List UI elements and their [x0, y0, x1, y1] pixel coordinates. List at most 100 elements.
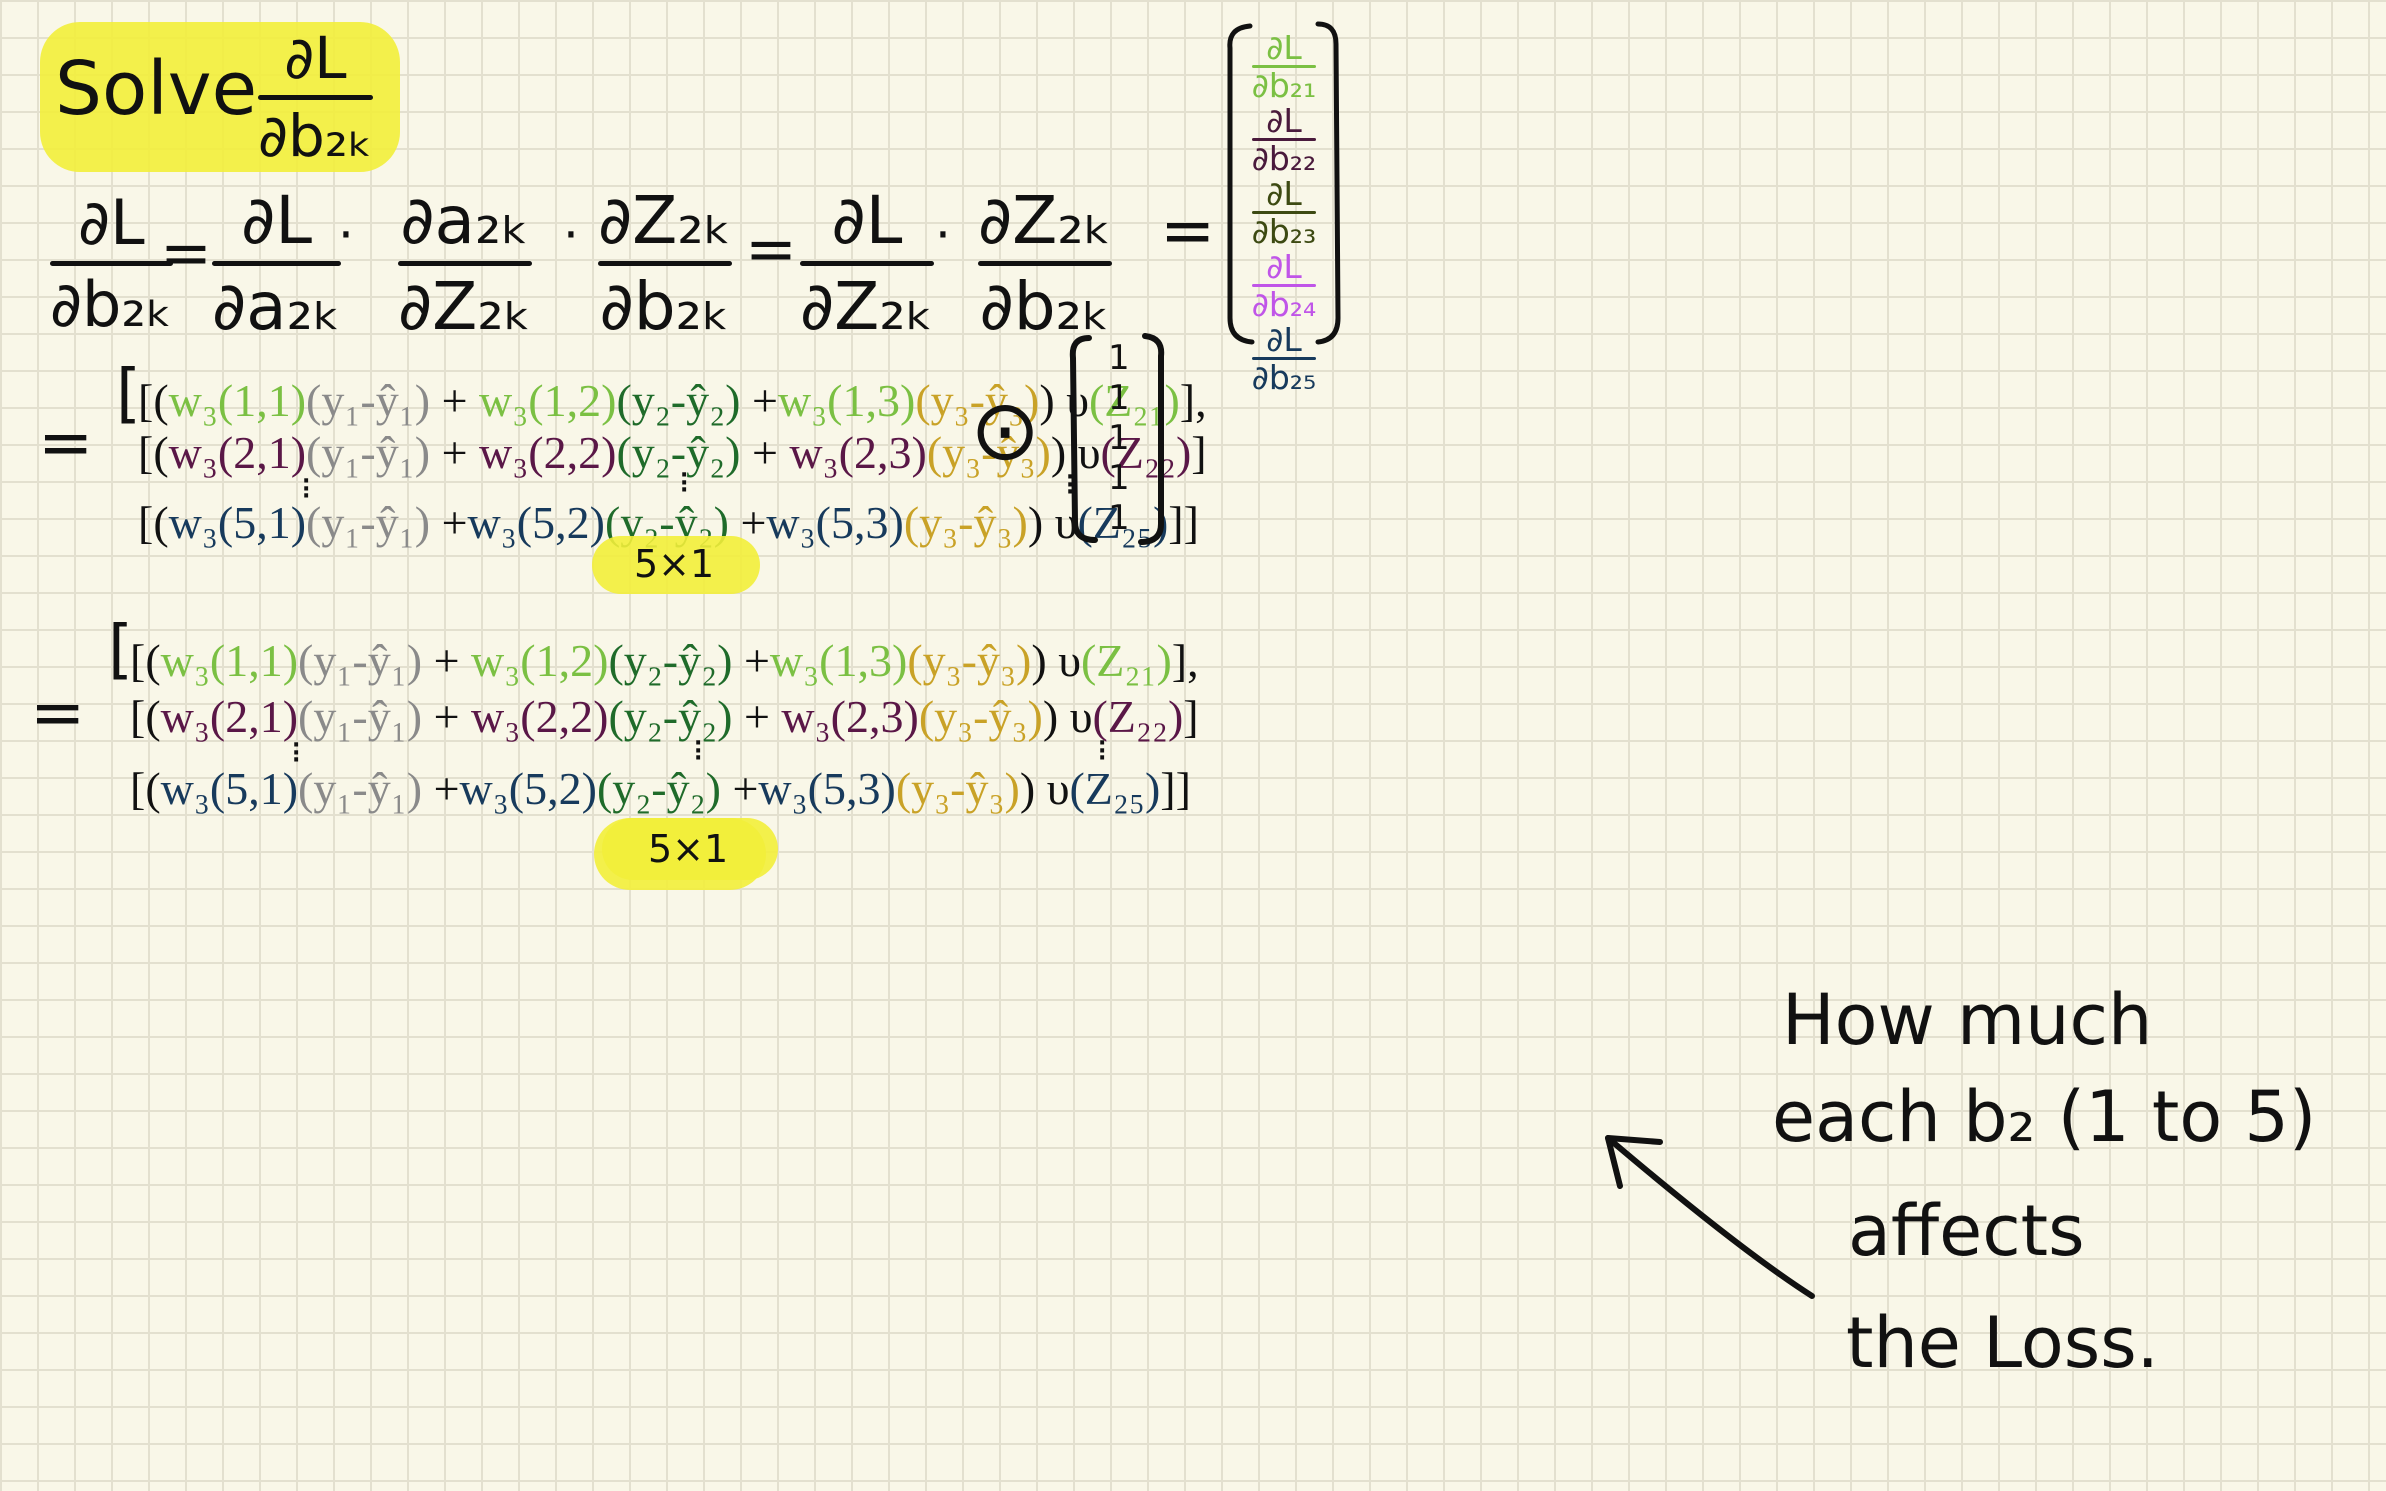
error-term: (y₁-ŷ₁) — [306, 375, 431, 426]
fraction-bar — [212, 261, 342, 267]
error-term: (y₃-ŷ₃) — [907, 635, 1032, 686]
title-numerator: ∂L — [284, 24, 347, 92]
plus-sign: + — [441, 375, 468, 426]
factor-dl-dz: ∂L ∂Z₂ₖ — [800, 186, 934, 342]
fraction-bar — [258, 94, 373, 100]
dot-operator: · — [338, 206, 354, 264]
plus-sign: + — [441, 427, 468, 478]
vector-entry-b21: ∂L ∂b₂₁ — [1251, 28, 1317, 105]
error-term: (y₂-ŷ₂) — [596, 763, 721, 814]
ones-entry: 1 — [1108, 338, 1130, 378]
vector-entry-b22: ∂L ∂b₂₂ — [1251, 101, 1317, 175]
row-open: [( — [130, 691, 161, 742]
entry-numerator: ∂L — [1266, 320, 1302, 359]
weight-term: w₃(5,3) — [766, 497, 904, 548]
entry-denominator: ∂b₂₅ — [1251, 358, 1317, 397]
row-close-paren: ) — [1042, 691, 1059, 742]
factor-denominator: ∂b₂ₖ — [599, 268, 731, 346]
factor-numerator: ∂Z₂ₖ — [978, 182, 1112, 259]
vertical-ellipsis: · · · — [1098, 731, 1107, 772]
note-line-3: affects — [1848, 1190, 2085, 1272]
row-end: ]] — [1160, 763, 1191, 814]
row-end: ], — [1171, 635, 1199, 686]
block2-dims-label: 5×1 — [648, 827, 729, 871]
fraction-bar — [800, 261, 934, 267]
block2-row-1: [(w₃(1,1)(y₁-ŷ₁) + w₃(1,2)(y₂-ŷ₂) +w₃(1,… — [130, 638, 1199, 684]
entry-denominator: ∂b₂₁ — [1251, 66, 1317, 105]
note-line-4: the Loss. — [1846, 1302, 2159, 1384]
plus-sign: + — [732, 763, 759, 814]
z-term: (Z₂₁) — [1080, 635, 1172, 686]
entry-numerator: ∂L — [1266, 174, 1302, 213]
error-term: (y₃-ŷ₃) — [918, 691, 1043, 742]
vector-entry-b25: ∂L ∂b₂₅ — [1251, 320, 1317, 397]
vertical-ellipsis: · · · — [292, 733, 301, 774]
plus-sign: + — [433, 763, 460, 814]
error-term: (y₃-ŷ₃) — [903, 497, 1028, 548]
weight-term: w₃(5,2) — [459, 763, 597, 814]
vector-entry-b24: ∂L ∂b₂₄ — [1251, 247, 1317, 321]
entry-denominator: ∂b₂₃ — [1251, 212, 1317, 251]
dot-operator: · — [935, 206, 951, 264]
factor-da-dz: ∂a₂ₖ ∂Z₂ₖ — [398, 186, 532, 342]
block2-row-2: [(w₃(2,1)(y₁-ŷ₁) + w₃(2,2)(y₂-ŷ₂) + w₃(2… — [130, 694, 1199, 740]
fraction-bar — [978, 261, 1112, 267]
plus-sign: + — [441, 497, 468, 548]
row-end: ], — [1179, 375, 1207, 426]
block1-dims-label: 5×1 — [634, 542, 715, 586]
factor-numerator: ∂Z₂ₖ — [598, 182, 732, 259]
row-close-paren: ) — [1019, 763, 1036, 814]
row-close-paren: ) — [1039, 375, 1055, 426]
row-close-paren: ) — [1050, 427, 1067, 478]
error-term: (y₁-ŷ₁) — [298, 635, 423, 686]
factor-dz-db: ∂Z₂ₖ ∂b₂ₖ — [598, 186, 732, 342]
factor-dl-da: ∂L ∂a₂ₖ — [212, 182, 342, 346]
gradient-vector: ∂L ∂b₂₁ ∂L ∂b₂₂ ∂L ∂b₂₃ ∂L ∂b₂₄ ∂L ∂b₂₅ — [1242, 30, 1326, 395]
error-term: (y₂-ŷ₂) — [616, 375, 741, 426]
weight-term: w₃(5,1) — [168, 497, 307, 548]
fraction-bar — [398, 261, 532, 267]
factor-denominator: ∂Z₂ₖ — [398, 268, 532, 346]
vector-entry-b23: ∂L ∂b₂₃ — [1251, 174, 1317, 251]
vertical-ellipsis: · · · — [694, 731, 703, 772]
weight-term: w₃(5,3) — [758, 763, 896, 814]
row-end: ] — [1191, 427, 1207, 478]
entry-numerator: ∂L — [1266, 28, 1302, 67]
ones-entry: 1 — [1108, 498, 1130, 538]
entry-numerator: ∂L — [1266, 101, 1302, 140]
block1-equals: = — [38, 404, 94, 481]
activation-derivative: υ — [1058, 635, 1081, 686]
error-term: (y₁-ŷ₁) — [298, 763, 423, 814]
weight-term: w₃(1,2) — [471, 635, 609, 686]
ones-entry: 1 — [1108, 418, 1130, 458]
weight-term: w₃(2,3) — [781, 691, 919, 742]
weight-term: w₃(2,2) — [479, 427, 617, 478]
note-line-2: each b₂ (1 to 5) — [1772, 1076, 2317, 1158]
activation-derivative: υ — [1069, 691, 1093, 742]
factor-denominator: ∂a₂ₖ — [212, 268, 342, 346]
entry-numerator: ∂L — [1266, 247, 1302, 286]
title-word: Solve — [55, 46, 258, 132]
block2-equals: = — [30, 674, 86, 751]
plus-sign: + — [751, 375, 778, 426]
row-open: [( — [138, 427, 169, 478]
z-term: (Z₂₂) — [1092, 691, 1184, 742]
weight-term: w₃(1,1) — [160, 635, 299, 686]
error-term: (y₃-ŷ₃) — [895, 763, 1020, 814]
note-line-1: How much — [1782, 979, 2153, 1061]
plus-sign: + — [743, 635, 770, 686]
weight-term: w₃(2,2) — [471, 691, 609, 742]
plus-sign: + — [751, 427, 778, 478]
block2-row-3: [(w₃(5,1)(y₁-ŷ₁) +w₃(5,2)(y₂-ŷ₂) +w₃(5,3… — [130, 766, 1191, 812]
row-end: ] — [1183, 691, 1199, 742]
fraction-bar — [598, 261, 732, 267]
row-open: [( — [138, 375, 169, 426]
hadamard-operator: ⊙ — [970, 381, 1041, 479]
weight-term: w₃(1,3) — [769, 635, 908, 686]
factor-numerator: ∂L — [241, 182, 313, 259]
weight-term: w₃(2,3) — [789, 427, 927, 478]
lhs-numerator: ∂L — [78, 186, 145, 259]
lhs-denominator: ∂b₂ₖ — [50, 268, 173, 342]
vertical-ellipsis: · · · — [680, 463, 689, 504]
plus-sign: + — [743, 691, 770, 742]
